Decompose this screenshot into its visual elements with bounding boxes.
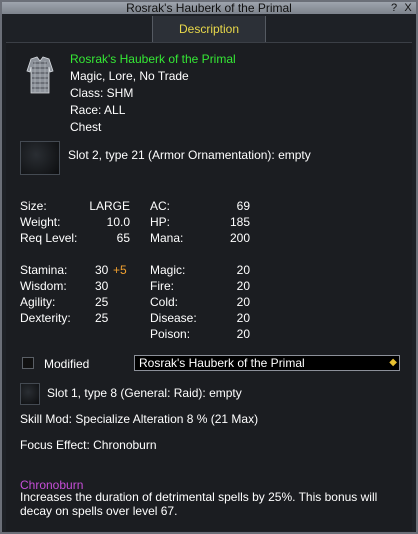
modified-label: Modified <box>44 357 90 371</box>
stat-ac-label: AC: <box>150 199 171 213</box>
stat-hp-label: HP: <box>150 215 171 229</box>
resist-poison-label: Poison: <box>150 327 191 341</box>
attr-agility-label: Agility: <box>20 295 56 309</box>
chainmail-hauberk-icon <box>20 55 60 95</box>
resist-magic-label: Magic: <box>150 263 186 277</box>
skill-mod: Skill Mod: Specialize Alteration 8 % (21… <box>20 412 259 426</box>
stat-size-value: LARGE <box>89 199 130 213</box>
item-display-window: Rosrak's Hauberk of the Primal ? X Descr… <box>0 0 418 534</box>
resist-disease-label: Disease: <box>150 311 197 325</box>
focus-description-line2: decay on spells over level 67. <box>20 504 178 518</box>
ornament-slot-icon[interactable] <box>20 141 60 175</box>
close-button[interactable]: X <box>402 2 414 14</box>
item-slot: Chest <box>70 120 102 134</box>
stat-mana-value: 200 <box>229 231 250 245</box>
modified-dropdown-value: Rosrak's Hauberk of the Primal <box>139 356 305 370</box>
item-race: Race: ALL <box>70 103 126 117</box>
attr-agility-value: 25 <box>95 295 109 309</box>
stat-reqlevel-label: Req Level: <box>20 231 78 245</box>
resist-disease-value: 20 <box>236 311 250 325</box>
stat-reqlevel-value: 65 <box>116 231 130 245</box>
stat-weight-label: Weight: <box>20 215 61 229</box>
item-name: Rosrak's Hauberk of the Primal <box>70 52 236 66</box>
aug-slot-icon[interactable] <box>20 383 40 405</box>
resist-magic-value: 20 <box>236 263 250 277</box>
item-class: Class: SHM <box>70 86 134 100</box>
item-flags: Magic, Lore, No Trade <box>70 69 189 83</box>
aug-slot-text: Slot 1, type 8 (General: Raid): empty <box>47 386 242 400</box>
attr-wisdom-value: 30 <box>95 279 109 293</box>
stat-weight-value: 10.0 <box>106 215 130 229</box>
resist-fire-value: 20 <box>236 279 250 293</box>
modified-dropdown[interactable]: Rosrak's Hauberk of the Primal ◆ <box>134 355 400 371</box>
resist-cold-label: Cold: <box>150 295 179 309</box>
description-panel: Rosrak's Hauberk of the Primal Magic, Lo… <box>6 42 412 531</box>
tab-description[interactable]: Description <box>152 16 266 43</box>
window-title: Rosrak's Hauberk of the Primal <box>126 2 292 14</box>
title-bar[interactable]: Rosrak's Hauberk of the Primal ? X <box>2 2 416 14</box>
attr-stamina-label: Stamina: <box>20 263 68 277</box>
stat-ac-value: 69 <box>236 199 250 213</box>
stat-hp-value: 185 <box>229 215 250 229</box>
resist-poison-value: 20 <box>236 327 250 341</box>
stat-mana-label: Mana: <box>150 231 184 245</box>
focus-effect: Focus Effect: Chronoburn <box>20 438 157 452</box>
dropdown-arrow-icon[interactable]: ◆ <box>389 356 397 370</box>
attr-stamina-value: 30 <box>95 263 109 277</box>
help-button[interactable]: ? <box>388 2 400 14</box>
attr-stamina-bonus: +5 <box>113 263 127 277</box>
resist-fire-label: Fire: <box>150 279 174 293</box>
ornament-slot-text: Slot 2, type 21 (Armor Ornamentation): e… <box>68 148 311 162</box>
attr-dexterity-value: 25 <box>95 311 109 325</box>
stat-size-label: Size: <box>20 199 47 213</box>
attr-dexterity-label: Dexterity: <box>20 311 71 325</box>
attr-wisdom-label: Wisdom: <box>20 279 67 293</box>
resist-cold-value: 20 <box>236 295 250 309</box>
modified-checkbox[interactable] <box>22 357 34 369</box>
